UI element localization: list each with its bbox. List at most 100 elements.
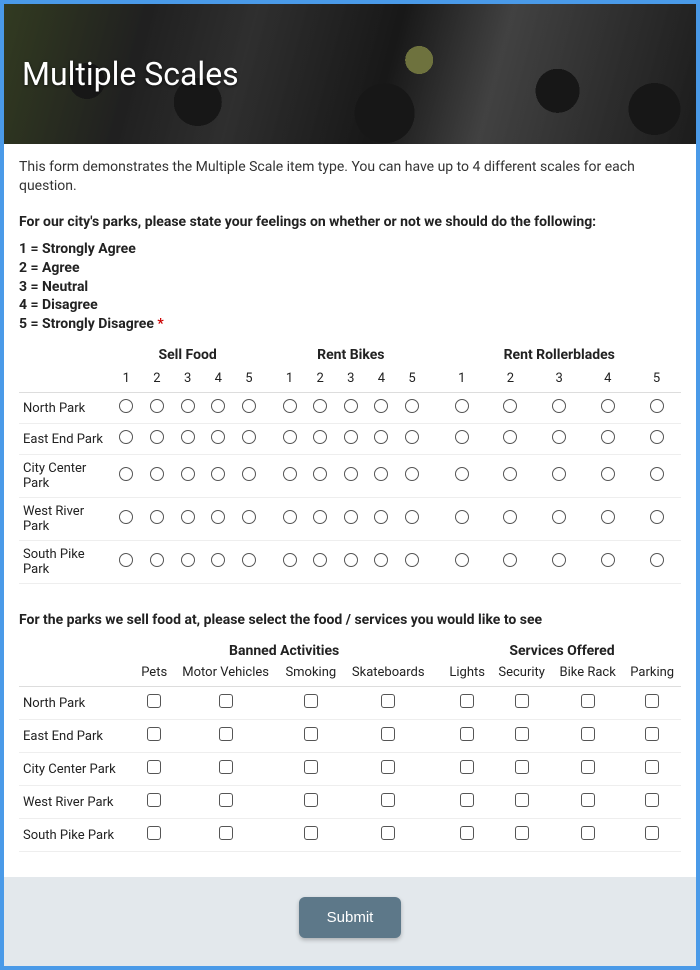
radio-option[interactable]	[242, 510, 256, 524]
radio-option[interactable]	[601, 399, 615, 413]
radio-option[interactable]	[313, 430, 327, 444]
radio-option[interactable]	[283, 467, 297, 481]
radio-option[interactable]	[503, 510, 517, 524]
checkbox[interactable]	[381, 727, 395, 741]
radio-option[interactable]	[455, 430, 469, 444]
checkbox[interactable]	[515, 694, 529, 708]
checkbox[interactable]	[381, 826, 395, 840]
checkbox[interactable]	[219, 694, 233, 708]
radio-option[interactable]	[181, 510, 195, 524]
radio-option[interactable]	[283, 553, 297, 567]
radio-option[interactable]	[119, 399, 133, 413]
radio-option[interactable]	[181, 553, 195, 567]
checkbox[interactable]	[304, 760, 318, 774]
radio-option[interactable]	[503, 399, 517, 413]
radio-option[interactable]	[344, 510, 358, 524]
radio-option[interactable]	[405, 510, 419, 524]
radio-option[interactable]	[181, 399, 195, 413]
radio-option[interactable]	[405, 467, 419, 481]
checkbox[interactable]	[645, 694, 659, 708]
radio-option[interactable]	[552, 467, 566, 481]
checkbox[interactable]	[304, 727, 318, 741]
radio-option[interactable]	[119, 467, 133, 481]
radio-option[interactable]	[374, 510, 388, 524]
checkbox[interactable]	[147, 826, 161, 840]
radio-option[interactable]	[552, 510, 566, 524]
radio-option[interactable]	[455, 553, 469, 567]
radio-option[interactable]	[344, 467, 358, 481]
checkbox[interactable]	[581, 694, 595, 708]
radio-option[interactable]	[211, 553, 225, 567]
checkbox[interactable]	[515, 727, 529, 741]
radio-option[interactable]	[211, 467, 225, 481]
radio-option[interactable]	[503, 553, 517, 567]
radio-option[interactable]	[150, 399, 164, 413]
checkbox[interactable]	[219, 727, 233, 741]
radio-option[interactable]	[150, 430, 164, 444]
checkbox[interactable]	[460, 793, 474, 807]
radio-option[interactable]	[283, 430, 297, 444]
radio-option[interactable]	[181, 467, 195, 481]
radio-option[interactable]	[374, 553, 388, 567]
checkbox[interactable]	[147, 727, 161, 741]
radio-option[interactable]	[242, 467, 256, 481]
radio-option[interactable]	[344, 553, 358, 567]
radio-option[interactable]	[601, 430, 615, 444]
checkbox[interactable]	[581, 727, 595, 741]
checkbox[interactable]	[460, 760, 474, 774]
radio-option[interactable]	[150, 510, 164, 524]
checkbox[interactable]	[460, 727, 474, 741]
radio-option[interactable]	[150, 553, 164, 567]
radio-option[interactable]	[601, 553, 615, 567]
radio-option[interactable]	[119, 430, 133, 444]
checkbox[interactable]	[645, 760, 659, 774]
radio-option[interactable]	[374, 467, 388, 481]
radio-option[interactable]	[455, 510, 469, 524]
radio-option[interactable]	[181, 430, 195, 444]
radio-option[interactable]	[313, 467, 327, 481]
radio-option[interactable]	[552, 430, 566, 444]
radio-option[interactable]	[650, 553, 664, 567]
radio-option[interactable]	[283, 399, 297, 413]
radio-option[interactable]	[601, 510, 615, 524]
radio-option[interactable]	[344, 399, 358, 413]
radio-option[interactable]	[313, 399, 327, 413]
radio-option[interactable]	[313, 510, 327, 524]
radio-option[interactable]	[150, 467, 164, 481]
radio-option[interactable]	[211, 430, 225, 444]
checkbox[interactable]	[515, 760, 529, 774]
checkbox[interactable]	[219, 760, 233, 774]
radio-option[interactable]	[455, 399, 469, 413]
radio-option[interactable]	[119, 553, 133, 567]
radio-option[interactable]	[601, 467, 615, 481]
radio-option[interactable]	[650, 510, 664, 524]
checkbox[interactable]	[460, 826, 474, 840]
radio-option[interactable]	[503, 467, 517, 481]
radio-option[interactable]	[242, 399, 256, 413]
checkbox[interactable]	[581, 793, 595, 807]
checkbox[interactable]	[381, 694, 395, 708]
submit-button[interactable]: Submit	[299, 897, 402, 938]
checkbox[interactable]	[581, 760, 595, 774]
radio-option[interactable]	[455, 467, 469, 481]
checkbox[interactable]	[645, 793, 659, 807]
radio-option[interactable]	[374, 430, 388, 444]
checkbox[interactable]	[219, 826, 233, 840]
checkbox[interactable]	[645, 826, 659, 840]
checkbox[interactable]	[645, 727, 659, 741]
checkbox[interactable]	[147, 793, 161, 807]
radio-option[interactable]	[119, 510, 133, 524]
radio-option[interactable]	[374, 399, 388, 413]
checkbox[interactable]	[581, 826, 595, 840]
checkbox[interactable]	[381, 760, 395, 774]
checkbox[interactable]	[515, 826, 529, 840]
radio-option[interactable]	[283, 510, 297, 524]
checkbox[interactable]	[147, 694, 161, 708]
radio-option[interactable]	[650, 467, 664, 481]
radio-option[interactable]	[211, 510, 225, 524]
checkbox[interactable]	[147, 760, 161, 774]
checkbox[interactable]	[304, 793, 318, 807]
radio-option[interactable]	[405, 399, 419, 413]
radio-option[interactable]	[552, 553, 566, 567]
radio-option[interactable]	[405, 553, 419, 567]
